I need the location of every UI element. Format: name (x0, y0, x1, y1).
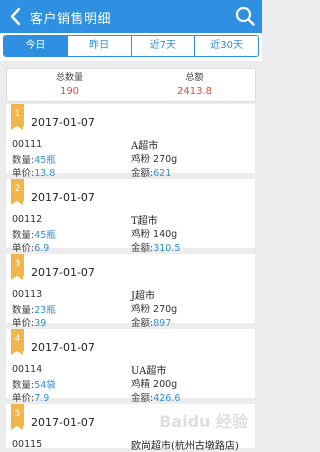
amount-value: 310.5 (153, 243, 181, 254)
order-index-badge: 3 (11, 254, 24, 280)
product-name: 鸡粉 270g (131, 154, 178, 165)
store-name: A超市 (131, 141, 159, 152)
product-name: 鸡精 200g (131, 379, 178, 390)
unit-price-label: 单价: (12, 318, 35, 329)
order-quantity: 数量:45瓶 (12, 152, 56, 166)
chevron-left-icon[interactable] (6, 6, 26, 27)
total-quantity-label: 总数量 (55, 73, 83, 83)
tab-last-7-days[interactable]: 近7天 (130, 36, 195, 56)
order-quantity: 数量:54袋 (12, 377, 56, 391)
order-date: 2017-01-07 (31, 116, 95, 129)
order-unit-price: 单价:13.8 (12, 165, 55, 179)
order-code: 00112 (12, 214, 43, 225)
date-filter-bar: 今日 昨日 近7天 近30天 (0, 33, 262, 61)
sales-summary: 总数量 190 总额 2413.8 (6, 68, 256, 102)
order-card[interactable]: 2 2017-01-07 00112 数量:45瓶 单价:6.9 T超市 鸡粉 … (6, 179, 255, 254)
search-icon[interactable] (234, 5, 256, 27)
order-amount: 金额:310.5 (131, 240, 180, 254)
order-card[interactable]: 3 2017-01-07 00113 数量:23瓶 单价:39 J超市 鸡粉 2… (6, 254, 255, 329)
tab-last-30-days[interactable]: 近30天 (194, 36, 258, 56)
store-name: UA超市 (131, 366, 167, 377)
amount-value: 897 (153, 318, 172, 329)
order-code: 00114 (12, 364, 43, 375)
total-amount: 总额 2413.8 (132, 71, 257, 99)
unit-price-label: 单价: (12, 243, 35, 254)
order-code: 00113 (12, 289, 43, 300)
tab-yesterday[interactable]: 昨日 (66, 36, 131, 56)
unit-price-value: 13.8 (34, 168, 56, 179)
total-amount-value: 2413.8 (177, 86, 212, 97)
date-filter-tabs: 今日 昨日 近7天 近30天 (3, 35, 259, 57)
amount-label: 金额: (131, 243, 154, 254)
order-index-badge: 1 (11, 104, 24, 130)
watermark-logo: Baidu 经验 (159, 412, 248, 431)
total-quantity-value: 190 (59, 86, 80, 97)
order-index-badge: 2 (11, 179, 24, 205)
total-quantity: 总数量 190 (7, 71, 132, 99)
order-card[interactable]: 1 2017-01-07 00111 数量:45瓶 单价:13.8 A超市 鸡粉… (6, 104, 255, 179)
order-index-badge: 5 (11, 404, 24, 430)
product-name: 鸡粉 140g (131, 229, 178, 240)
unit-price-value: 39 (34, 318, 47, 329)
unit-price-label: 单价: (12, 393, 35, 404)
order-unit-price: 单价:39 (12, 315, 46, 329)
amount-value: 621 (153, 168, 172, 179)
order-amount: 金额:426.6 (131, 390, 180, 404)
order-index-badge: 4 (11, 329, 24, 355)
store-name: J超市 (131, 291, 156, 302)
order-date: 2017-01-07 (31, 191, 95, 204)
order-quantity: 数量:45瓶 (12, 227, 56, 241)
order-card[interactable]: 4 2017-01-07 00114 数量:54袋 单价:7.9 UA超市 鸡精… (6, 329, 255, 404)
order-unit-price: 单价:7.9 (12, 390, 49, 404)
order-unit-price: 单价:6.9 (12, 240, 49, 254)
amount-label: 金额: (131, 393, 154, 404)
amount-label: 金额: (131, 318, 154, 329)
unit-price-value: 7.9 (34, 393, 50, 404)
order-code: 00111 (12, 139, 43, 150)
order-quantity: 数量:23瓶 (12, 302, 56, 316)
order-date: 2017-01-07 (31, 341, 95, 354)
order-amount: 金额:621 (131, 165, 171, 179)
order-date: 2017-01-07 (31, 266, 95, 279)
page-title: 客户销售明细 (30, 12, 112, 27)
app-header: 客户销售明细 (0, 0, 262, 33)
total-amount-label: 总额 (185, 73, 204, 83)
order-date: 2017-01-07 (31, 416, 95, 429)
order-code: 00115 (12, 439, 43, 450)
product-name: 鸡粉 270g (131, 304, 178, 315)
unit-price-value: 6.9 (34, 243, 50, 254)
order-amount: 金额:897 (131, 315, 171, 329)
unit-price-label: 单价: (12, 168, 35, 179)
amount-label: 金额: (131, 168, 154, 179)
store-name: T超市 (131, 216, 158, 227)
store-name: 欧尚超市(杭州古墩路店) (131, 441, 239, 452)
tab-today[interactable]: 今日 (4, 36, 67, 56)
amount-value: 426.6 (153, 393, 181, 404)
